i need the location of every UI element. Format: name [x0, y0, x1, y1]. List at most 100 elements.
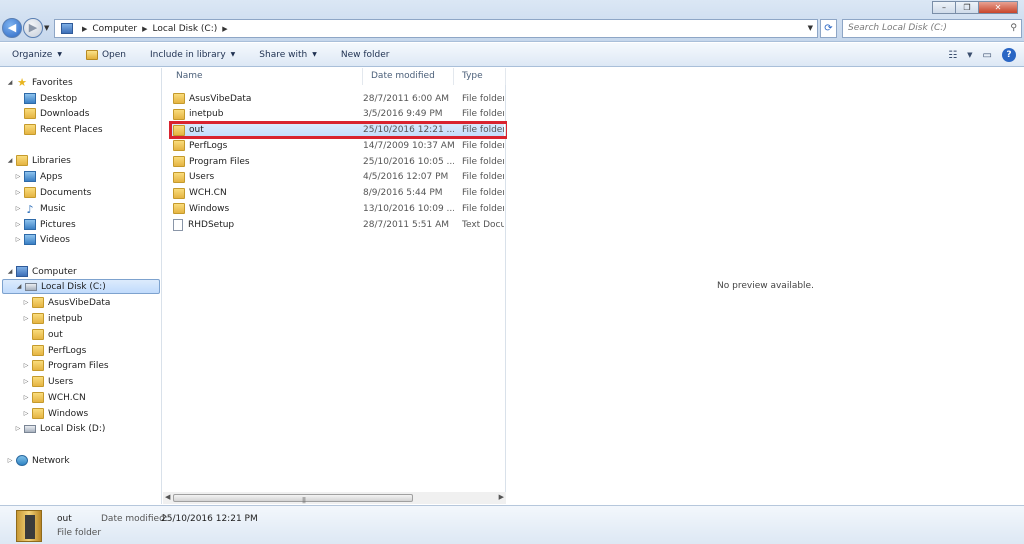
- chevron-right-icon[interactable]: ▶: [82, 25, 87, 33]
- table-row[interactable]: RHDSetup 28/7/2011 5:51 AM Text Docum: [171, 217, 504, 232]
- expand-icon[interactable]: ▷: [22, 362, 30, 369]
- folder-icon: [32, 392, 44, 403]
- tree-item-local-disk-c[interactable]: ◢ Local Disk (C:): [2, 279, 160, 294]
- expand-icon[interactable]: ▷: [14, 425, 22, 432]
- expand-icon[interactable]: ▷: [6, 457, 14, 464]
- collapse-icon[interactable]: ◢: [6, 79, 14, 86]
- computer-icon: [16, 266, 28, 277]
- expand-icon[interactable]: ▷: [14, 173, 22, 180]
- close-button[interactable]: ✕: [978, 1, 1018, 14]
- tree-item-desktop[interactable]: Desktop: [14, 91, 77, 106]
- tree-item-videos[interactable]: ▷ Videos: [14, 232, 70, 247]
- tree-item-wch-cn[interactable]: ▷ WCH.CN: [22, 390, 86, 405]
- file-name-cell: PerfLogs: [171, 140, 363, 152]
- expand-icon[interactable]: ▷: [14, 236, 22, 243]
- scrollbar-thumb[interactable]: |||: [173, 494, 413, 504]
- table-row[interactable]: PerfLogs 14/7/2009 10:37 AM File folder: [171, 138, 504, 153]
- column-header-type[interactable]: Type: [454, 68, 506, 85]
- tree-item-recent-places[interactable]: Recent Places: [14, 122, 103, 137]
- forward-button[interactable]: ▶: [23, 18, 43, 38]
- include-in-library-label: Include in library: [150, 49, 226, 60]
- expand-icon[interactable]: ▷: [22, 394, 30, 401]
- open-folder-icon: [85, 49, 98, 60]
- back-button[interactable]: ◀: [2, 18, 22, 38]
- grip-icon: |||: [302, 497, 306, 504]
- tree-item-music[interactable]: ▷ ♪ Music: [14, 201, 66, 216]
- file-name-cell: RHDSetup: [171, 218, 363, 231]
- share-with-button[interactable]: Share with ▼: [247, 50, 329, 60]
- tree-label: Users: [48, 376, 74, 387]
- tree-item-program-files[interactable]: ▷ Program Files: [22, 358, 109, 373]
- tree-item-out[interactable]: out: [22, 327, 63, 342]
- organize-button[interactable]: Organize ▼: [0, 50, 74, 60]
- tree-computer[interactable]: ◢ Computer: [6, 264, 77, 279]
- expand-icon[interactable]: ▷: [14, 221, 22, 228]
- expand-icon[interactable]: ▷: [14, 189, 22, 196]
- tree-item-users[interactable]: ▷ Users: [22, 374, 73, 389]
- breadcrumb-computer[interactable]: Computer: [92, 24, 137, 34]
- tree-libraries[interactable]: ◢ Libraries: [6, 153, 71, 168]
- help-icon[interactable]: ?: [1002, 48, 1016, 62]
- tree-item-apps[interactable]: ▷ Apps: [14, 169, 62, 184]
- expand-icon[interactable]: ▷: [14, 205, 22, 212]
- table-row[interactable]: AsusVibeData 28/7/2011 6:00 AM File folder: [171, 91, 504, 106]
- collapse-icon[interactable]: ◢: [6, 157, 14, 164]
- refresh-button[interactable]: ⟳: [820, 19, 837, 38]
- folder-icon: [173, 93, 185, 104]
- folder-icon: [32, 360, 44, 371]
- folder-icon: [173, 156, 185, 167]
- expand-icon[interactable]: ▷: [22, 299, 30, 306]
- table-row[interactable]: Users 4/5/2016 12:07 PM File folder: [171, 170, 504, 185]
- window-controls: – ❐ ✕: [932, 1, 1018, 14]
- tree-item-local-disk-d[interactable]: ▷ Local Disk (D:): [14, 421, 106, 436]
- file-name-cell: AsusVibeData: [171, 93, 363, 104]
- expand-icon[interactable]: ▷: [22, 378, 30, 385]
- expand-icon[interactable]: ▷: [22, 315, 30, 322]
- expand-icon[interactable]: ▷: [22, 410, 30, 417]
- preview-pane-icon[interactable]: ▭: [983, 50, 992, 61]
- scroll-left-icon[interactable]: ◀: [165, 493, 170, 501]
- tree-item-documents[interactable]: ▷ Documents: [14, 185, 91, 200]
- tree-item-downloads[interactable]: Downloads: [14, 106, 89, 121]
- column-header-date-modified[interactable]: Date modified: [363, 68, 454, 85]
- preview-pane: No preview available.: [507, 68, 1024, 504]
- apps-icon: [24, 171, 36, 182]
- search-input[interactable]: Search Local Disk (C:) ⚲: [842, 19, 1022, 38]
- tree-item-inetpub[interactable]: ▷ inetpub: [22, 311, 82, 326]
- tree-item-pictures[interactable]: ▷ Pictures: [14, 217, 76, 232]
- tree-item-asusvibedata[interactable]: ▷ AsusVibeData: [22, 295, 110, 310]
- address-bar[interactable]: ▶ Computer ▶ Local Disk (C:) ▶ ▼: [54, 19, 818, 38]
- tree-favorites[interactable]: ◢ ★ Favorites: [6, 75, 73, 90]
- details-type: File folder: [57, 528, 102, 538]
- collapse-icon[interactable]: ◢: [15, 283, 23, 290]
- column-header-name[interactable]: Name: [163, 68, 363, 85]
- table-row[interactable]: WCH.CN 8/9/2016 5:44 PM File folder: [171, 186, 504, 201]
- text-file-icon: [173, 218, 183, 231]
- tree-label: Local Disk (D:): [40, 423, 106, 434]
- search-icon[interactable]: ⚲: [1010, 20, 1017, 37]
- collapse-icon[interactable]: ◢: [6, 268, 14, 275]
- table-row[interactable]: Windows 13/10/2016 10:09 ... File folder: [171, 201, 504, 216]
- maximize-button[interactable]: ❐: [955, 1, 979, 14]
- chevron-down-icon[interactable]: ▼: [967, 51, 972, 59]
- details-date-label: Date modified:: [101, 514, 168, 524]
- tree-item-windows[interactable]: ▷ Windows: [22, 406, 88, 421]
- tree-label: Libraries: [32, 155, 71, 166]
- tree-item-perflogs[interactable]: PerfLogs: [22, 343, 86, 358]
- horizontal-scrollbar[interactable]: ◀ ||| ▶: [163, 492, 506, 504]
- address-dropdown-icon[interactable]: ▼: [808, 24, 813, 32]
- recent-pages-dropdown[interactable]: ▼: [44, 24, 49, 32]
- open-button[interactable]: Open: [74, 49, 138, 60]
- minimize-button[interactable]: –: [932, 1, 956, 14]
- tree-label: Local Disk (C:): [41, 281, 106, 292]
- chevron-right-icon[interactable]: ▶: [142, 25, 147, 33]
- table-row[interactable]: Program Files 25/10/2016 10:05 ... File fo…: [171, 154, 504, 169]
- view-options-icon[interactable]: ☷: [948, 50, 957, 61]
- new-folder-button[interactable]: New folder: [329, 50, 402, 60]
- table-row[interactable]: inetpub 3/5/2016 9:49 PM File folder: [171, 107, 504, 122]
- scroll-right-icon[interactable]: ▶: [499, 493, 504, 501]
- breadcrumb-local-disk-c[interactable]: Local Disk (C:): [153, 24, 218, 34]
- chevron-right-icon[interactable]: ▶: [222, 25, 227, 33]
- include-in-library-button[interactable]: Include in library ▼: [138, 50, 247, 60]
- tree-network[interactable]: ▷ Network: [6, 453, 70, 468]
